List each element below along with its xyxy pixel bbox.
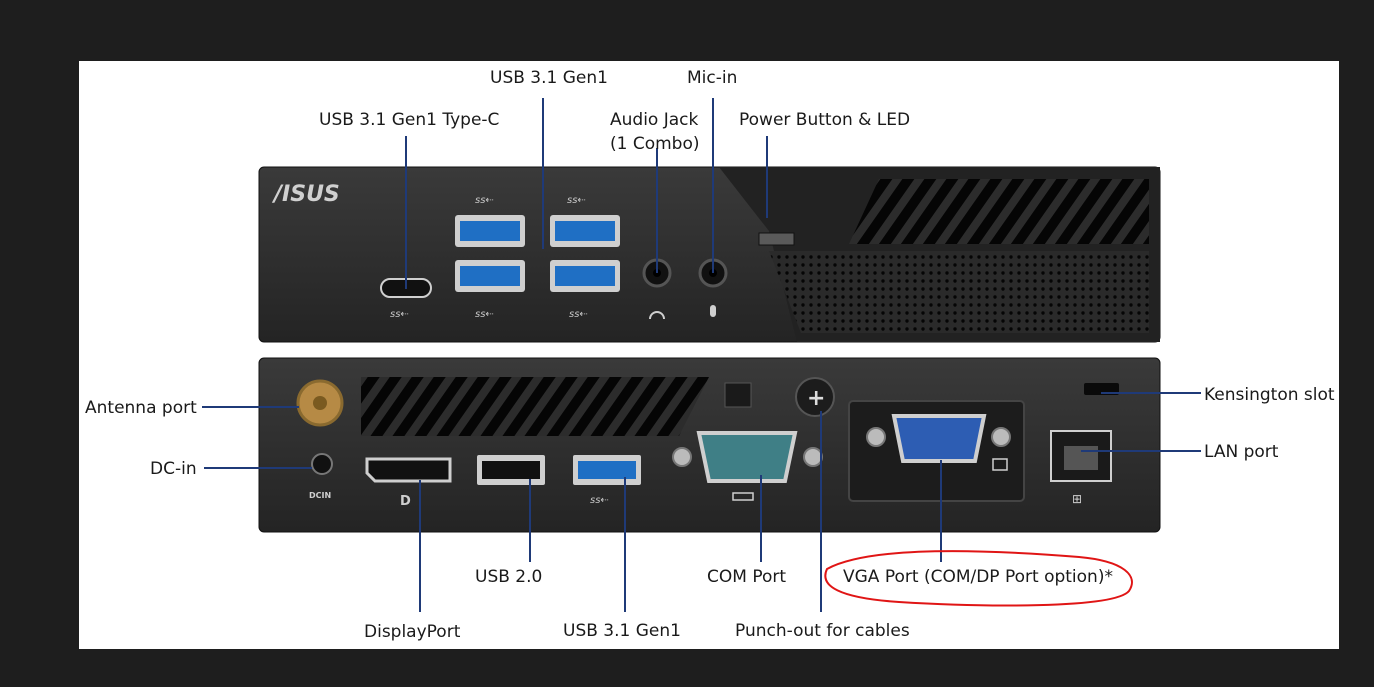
front-panel: /ISUS ss⇠ ss⇠ ss⇠ ss⇠ ss⇠ — [258, 166, 1161, 343]
label-audio-jack: Audio Jack — [610, 110, 699, 130]
dc-in-port — [311, 453, 333, 475]
label-dc-in: DC-in — [150, 459, 197, 479]
svg-text:+: + — [807, 386, 825, 411]
label-mic-in: Mic-in — [687, 68, 737, 88]
label-power-button: Power Button & LED — [739, 110, 910, 130]
network-icon: ⊞ — [1072, 492, 1082, 506]
com-port — [696, 431, 798, 483]
usb-ss-mark: ss⇠ — [590, 495, 609, 506]
label-usb-gen1-rear: USB 3.1 Gen1 — [563, 621, 681, 641]
front-slot-vent — [849, 179, 1149, 244]
label-punch-out: Punch-out for cables — [735, 621, 910, 641]
label-displayport: DisplayPort — [364, 622, 461, 642]
displayport-icon: D — [400, 494, 411, 509]
label-lan: LAN port — [1204, 442, 1279, 462]
dcin-mark: DCIN — [309, 491, 331, 500]
usb-typec-ss-mark: ss⇠ — [390, 309, 409, 320]
callout-labels: USB 3.1 Gen1 Type-C USB 3.1 Gen1 Audio J… — [85, 68, 1335, 642]
label-antenna: Antenna port — [85, 398, 197, 418]
rear-slot-vent — [361, 377, 709, 436]
usb-ss-mark: ss⇠ — [475, 195, 494, 206]
port-diagram: /ISUS ss⇠ ss⇠ ss⇠ ss⇠ ss⇠ DCIN D ss⇠ + ⊞… — [85, 68, 1335, 642]
usb-ss-mark: ss⇠ — [569, 309, 588, 320]
vga-port — [891, 414, 987, 463]
label-usb-typec: USB 3.1 Gen1 Type-C — [319, 110, 499, 130]
microphone-icon — [710, 305, 716, 317]
label-usb-gen1-front: USB 3.1 Gen1 — [490, 68, 608, 88]
label-vga-port: VGA Port (COM/DP Port option)* — [843, 567, 1113, 587]
power-button — [758, 232, 795, 246]
label-audio-jack-combo: (1 Combo) — [610, 134, 700, 154]
label-com-port: COM Port — [707, 567, 786, 587]
asus-logo: /ISUS — [271, 182, 340, 207]
label-usb2: USB 2.0 — [475, 567, 542, 587]
diagram-panel: /ISUS ss⇠ ss⇠ ss⇠ ss⇠ ss⇠ DCIN D ss⇠ + ⊞… — [79, 61, 1339, 649]
label-kensington: Kensington slot — [1204, 385, 1335, 405]
rear-panel: DCIN D ss⇠ + ⊞ — [258, 357, 1161, 533]
usb-ss-mark: ss⇠ — [475, 309, 494, 320]
usb-ss-mark: ss⇠ — [567, 195, 586, 206]
front-mesh-vent — [769, 251, 1149, 333]
displayport-port — [365, 457, 452, 483]
